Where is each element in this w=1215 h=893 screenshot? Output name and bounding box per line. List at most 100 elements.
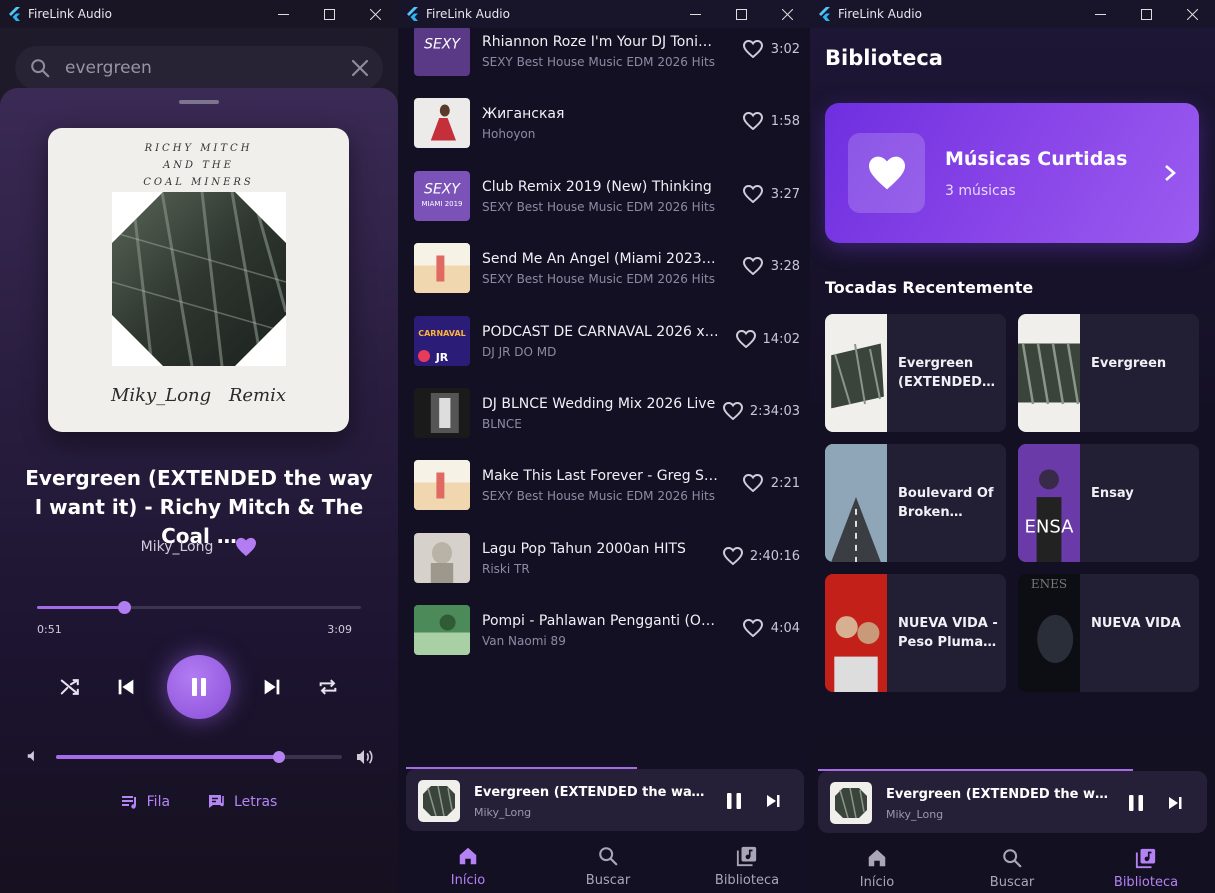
queue-button[interactable]: Fila	[121, 793, 170, 811]
maximize-button[interactable]	[306, 0, 352, 28]
library-music-icon	[736, 846, 757, 867]
nav-search[interactable]: Buscar	[558, 845, 658, 888]
track-artist: Hohoyon	[482, 127, 536, 142]
titlebar[interactable]: FireLink Audio	[810, 0, 1215, 28]
close-icon	[1186, 8, 1198, 20]
close-button[interactable]	[1169, 0, 1215, 28]
nav-home[interactable]: Início	[827, 847, 927, 890]
track-thumbnail	[414, 532, 470, 583]
mini-player[interactable]: Evergreen (EXTENDED the way I want it) M…	[818, 771, 1207, 833]
close-button[interactable]	[764, 0, 810, 28]
like-heart-icon[interactable]	[723, 546, 743, 565]
drag-handle[interactable]	[179, 100, 219, 104]
svg-text:SEXY: SEXY	[424, 181, 461, 197]
recent-card[interactable]: Evergreen	[1018, 314, 1199, 432]
clear-search-icon[interactable]	[351, 59, 369, 77]
track-row[interactable]: Make This Last Forever - Greg Silver SEX…	[398, 460, 810, 516]
repeat-button[interactable]	[315, 674, 341, 700]
maximize-button[interactable]	[718, 0, 764, 28]
nav-library[interactable]: Biblioteca	[697, 845, 797, 888]
like-heart-icon[interactable]	[743, 40, 763, 58]
track-artist: SEXY Best House Music EDM 2026 Hits	[482, 489, 715, 504]
recent-card[interactable]: ENSA Ensay	[1018, 444, 1199, 562]
next-button[interactable]	[259, 674, 285, 700]
pause-button[interactable]	[167, 655, 231, 719]
titlebar[interactable]: FireLink Audio	[0, 0, 398, 28]
like-heart-icon[interactable]	[743, 112, 763, 131]
volume-high-icon[interactable]	[356, 748, 374, 766]
track-row[interactable]: Жиганская Hohoyon 1:58	[398, 98, 810, 154]
volume-slider[interactable]	[56, 751, 342, 763]
thumbnail-image	[414, 243, 470, 294]
track-row[interactable]: Send Me An Angel (Miami 2023 Remix) SEXY…	[398, 243, 810, 299]
track-title: Жиганская	[482, 106, 565, 123]
seek-bar[interactable]	[37, 601, 361, 614]
like-heart-icon[interactable]	[235, 537, 257, 557]
minimize-icon	[689, 13, 701, 15]
recent-card-title: Evergreen	[1091, 356, 1167, 371]
nav-library[interactable]: Biblioteca	[1096, 847, 1196, 890]
track-thumbnail: CARNAVAL JR	[414, 315, 470, 366]
track-artist: DJ JR DO MD	[482, 344, 557, 359]
recent-card-thumbnail: ENSA	[1018, 444, 1080, 562]
minimize-button[interactable]	[1077, 0, 1123, 28]
library-window: FireLink Audio Biblioteca Músicas Curtid…	[810, 0, 1215, 893]
track-title: Pompi - Pahlawan Pengganti (Official)	[482, 613, 720, 630]
like-heart-icon[interactable]	[736, 329, 756, 348]
lyrics-icon	[209, 795, 224, 808]
search-bar[interactable]: evergreen	[15, 46, 383, 90]
mini-player-title: Evergreen (EXTENDED the way I want it)	[474, 785, 712, 800]
queue-music-icon	[121, 796, 136, 809]
lyrics-label: Letras	[234, 794, 278, 810]
nav-search[interactable]: Buscar	[962, 847, 1062, 890]
skip-next-icon[interactable]	[1168, 793, 1184, 813]
track-thumbnail: SEXY MIAMI 2019	[414, 170, 470, 221]
svg-text:ENES: ENES	[1031, 577, 1067, 591]
skip-next-icon[interactable]	[766, 791, 782, 811]
mini-player-artist: Miky_Long	[886, 808, 944, 821]
titlebar[interactable]: FireLink Audio	[398, 0, 810, 28]
close-button[interactable]	[352, 0, 398, 28]
like-heart-icon[interactable]	[723, 402, 743, 420]
track-title: Make This Last Forever - Greg Silver	[482, 468, 720, 485]
track-row[interactable]: SEXY Rhiannon Roze I'm Your DJ Tonight S…	[398, 26, 810, 82]
like-heart-icon[interactable]	[743, 184, 763, 203]
nav-home[interactable]: Início	[418, 845, 518, 888]
recent-card-thumbnail	[825, 444, 887, 562]
recent-card[interactable]: Boulevard Of Broken Dreams	[825, 444, 1006, 562]
search-input[interactable]: evergreen	[65, 58, 351, 78]
volume-slider-fill	[56, 755, 280, 759]
previous-button[interactable]	[113, 674, 139, 700]
track-row[interactable]: Pompi - Pahlawan Pengganti (Official) Va…	[398, 605, 810, 661]
shuffle-button[interactable]	[57, 674, 83, 700]
like-heart-icon[interactable]	[743, 619, 763, 638]
recent-card[interactable]: ENES NUEVA VIDA	[1018, 574, 1199, 692]
like-heart-icon[interactable]	[743, 257, 763, 276]
lyrics-button[interactable]: Letras	[208, 793, 277, 811]
mini-player[interactable]: Evergreen (EXTENDED the way I want it) M…	[406, 769, 804, 831]
flutter-logo-icon	[9, 7, 20, 21]
mini-player-title: Evergreen (EXTENDED the way I want it)	[886, 787, 1112, 802]
track-artist[interactable]: Miky_Long	[141, 539, 214, 555]
track-row[interactable]: SEXY MIAMI 2019 Club Remix 2019 (New) Thi…	[398, 170, 810, 227]
minimize-button[interactable]	[260, 0, 306, 28]
heart-icon	[868, 156, 905, 190]
track-row[interactable]: Lagu Pop Tahun 2000an HITS Riski TR 2:40…	[398, 532, 810, 589]
volume-slider-thumb[interactable]	[273, 751, 286, 763]
volume-low-icon[interactable]	[26, 749, 40, 763]
liked-songs-title: Músicas Curtidas	[945, 148, 1128, 170]
liked-songs-card[interactable]: Músicas Curtidas 3 músicas	[825, 103, 1199, 243]
minimize-button[interactable]	[672, 0, 718, 28]
thumbnail-image	[414, 605, 470, 656]
recent-card[interactable]: NUEVA VIDA - Peso Pluma, Neton Vega	[825, 574, 1006, 692]
maximize-icon	[1140, 8, 1152, 20]
track-row[interactable]: DJ BLNCE Wedding Mix 2026 Live BLNCE 2:3…	[398, 388, 810, 444]
maximize-button[interactable]	[1123, 0, 1169, 28]
pause-icon[interactable]	[1126, 793, 1146, 813]
like-heart-icon[interactable]	[743, 474, 763, 493]
track-duration: 3:27	[770, 186, 800, 202]
thumbnail-image	[825, 314, 887, 432]
pause-icon[interactable]	[724, 791, 744, 811]
track-row[interactable]: CARNAVAL JR PODCAST DE CARNAVAL 2026 x DJ…	[398, 315, 810, 372]
recent-card[interactable]: Evergreen (EXTENDED the way I want it)	[825, 314, 1006, 432]
